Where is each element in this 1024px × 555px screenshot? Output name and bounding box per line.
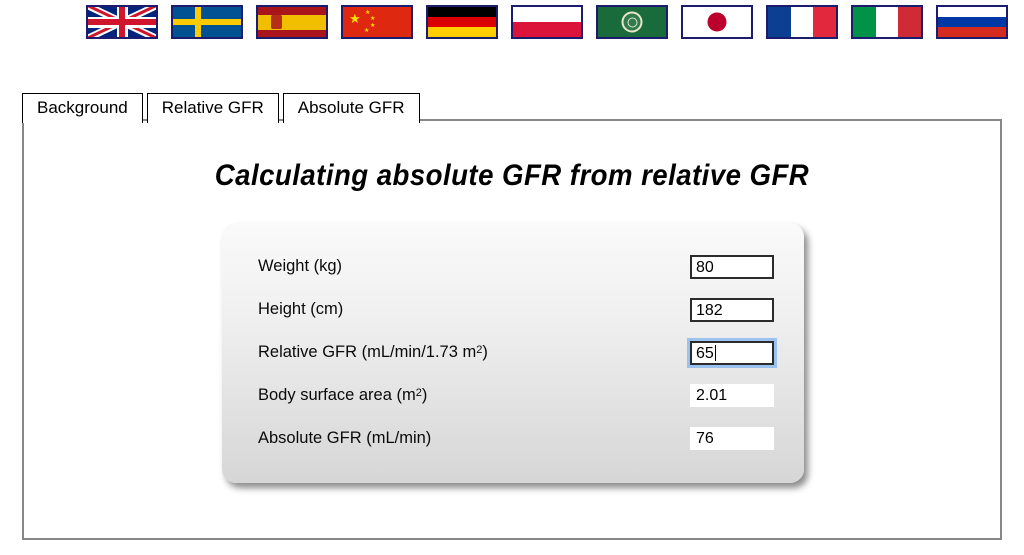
label-relative-gfr: Relative GFR (mL/min/1.73 m2) xyxy=(258,343,690,362)
flag-france-graphic xyxy=(768,7,836,37)
tab-absolute-gfr[interactable]: Absolute GFR xyxy=(282,93,420,123)
flag-united-kingdom-graphic xyxy=(88,7,156,37)
flag-japan[interactable] xyxy=(681,5,753,39)
content-frame: Calculating absolute GFR from relative G… xyxy=(22,119,1002,540)
label-height: Height (cm) xyxy=(258,300,690,319)
label-height-text: Height (cm) xyxy=(258,300,344,318)
flag-united-kingdom[interactable] xyxy=(86,5,158,39)
flag-italy[interactable] xyxy=(851,5,923,39)
form-row-weight: Weight (kg) 80 xyxy=(258,245,774,288)
page-title: Calculating absolute GFR from relative G… xyxy=(214,159,810,192)
flag-france[interactable] xyxy=(766,5,838,39)
flag-poland-graphic xyxy=(513,7,581,37)
label-absolute-gfr-text: Absolute GFR (mL/min) xyxy=(258,429,432,447)
label-body-surface-area-tail: ) xyxy=(421,386,428,404)
input-height-value: 182 xyxy=(696,301,723,319)
gfr-calculator-panel: Weight (kg) 80 Height (cm) 182 Relative … xyxy=(222,223,804,483)
tab-absolute-gfr-label: Absolute GFR xyxy=(297,98,405,117)
flag-china-graphic: ★ ★ ★ ★ ★ xyxy=(343,7,411,37)
label-weight: Weight (kg) xyxy=(258,257,690,276)
flag-spain[interactable] xyxy=(256,5,328,39)
input-weight[interactable]: 80 xyxy=(690,254,774,279)
flag-germany[interactable] xyxy=(426,5,498,39)
output-absolute-gfr: 76 xyxy=(690,427,774,450)
form-row-height: Height (cm) 182 xyxy=(258,288,774,331)
output-body-surface-area-value: 2.01 xyxy=(696,387,728,404)
flag-sweden[interactable] xyxy=(171,5,243,39)
tab-background-label: Background xyxy=(37,98,128,117)
form-row-relative-gfr: Relative GFR (mL/min/1.73 m2) 65 xyxy=(258,331,774,374)
tab-background[interactable]: Background xyxy=(22,93,143,123)
label-weight-text: Weight (kg) xyxy=(258,257,343,275)
language-flag-bar: ★ ★ ★ ★ ★ xyxy=(86,5,1008,39)
flag-china[interactable]: ★ ★ ★ ★ ★ xyxy=(341,5,413,39)
flag-germany-graphic xyxy=(428,7,496,37)
input-height[interactable]: 182 xyxy=(690,297,774,322)
form-row-body-surface-area: Body surface area (m2) 2.01 xyxy=(258,374,774,417)
flag-sweden-graphic xyxy=(173,7,241,37)
form-row-absolute-gfr: Absolute GFR (mL/min) 76 xyxy=(258,417,774,460)
tab-strip: Background Relative GFR Absolute GFR xyxy=(22,93,424,123)
label-relative-gfr-tail: ) xyxy=(482,343,488,361)
flag-arab-league-graphic xyxy=(598,7,666,37)
label-body-surface-area-text: Body surface area (m xyxy=(258,386,416,404)
flag-poland[interactable] xyxy=(511,5,583,39)
label-relative-gfr-text: Relative GFR (mL/min/1.73 m xyxy=(258,343,477,361)
flag-russia-graphic xyxy=(938,7,1006,37)
tab-relative-gfr[interactable]: Relative GFR xyxy=(146,93,279,123)
input-relative-gfr[interactable]: 65 xyxy=(690,340,774,365)
output-body-surface-area: 2.01 xyxy=(690,384,774,407)
output-absolute-gfr-value: 76 xyxy=(696,430,714,447)
label-absolute-gfr: Absolute GFR (mL/min) xyxy=(258,429,690,448)
flag-italy-graphic xyxy=(853,7,921,37)
label-body-surface-area: Body surface area (m2) xyxy=(258,386,690,405)
tab-relative-gfr-label: Relative GFR xyxy=(161,98,264,117)
flag-japan-graphic xyxy=(683,7,751,37)
input-weight-value: 80 xyxy=(696,258,714,276)
flag-spain-graphic xyxy=(258,7,326,37)
text-cursor xyxy=(714,344,716,361)
flag-russia[interactable] xyxy=(936,5,1008,39)
input-relative-gfr-value: 65 xyxy=(696,344,714,362)
flag-arab-league[interactable] xyxy=(596,5,668,39)
